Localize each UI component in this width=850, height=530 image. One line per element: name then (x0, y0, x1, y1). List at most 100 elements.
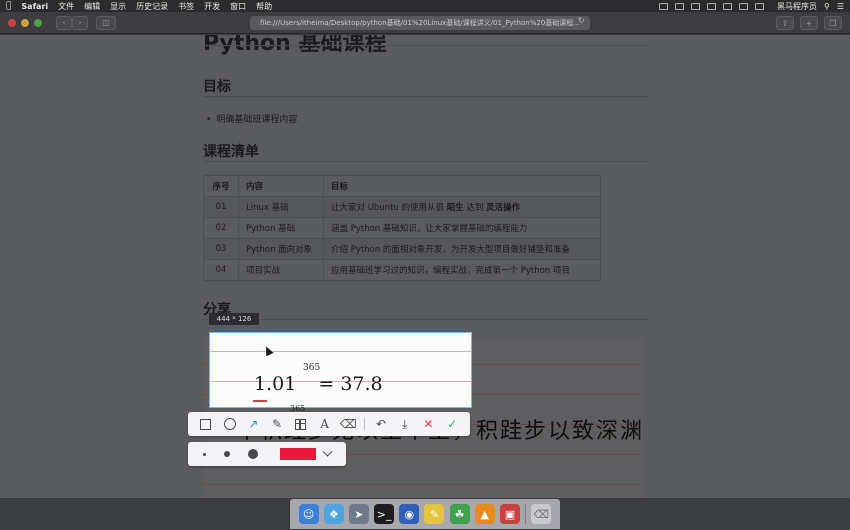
list-icon[interactable]: ☰ (837, 2, 844, 11)
fullscreen-window-button[interactable] (34, 18, 42, 27)
browser-toolbar: ‹ › ◫ file:///Users/itheima/Desktop/pyth… (0, 12, 850, 34)
goal-bold-flexible: 灵活操作 (486, 203, 521, 213)
divider (203, 45, 648, 46)
divider (203, 96, 648, 97)
user-name[interactable]: 黑马程序员 (777, 1, 817, 12)
arrow-tool-icon[interactable]: ↗ (241, 413, 265, 435)
launchpad-icon[interactable]: ➤ (348, 504, 369, 524)
forward-button[interactable]: › (72, 15, 88, 30)
heading-goal: 目标 (203, 79, 231, 95)
chevron-down-icon[interactable] (322, 446, 333, 457)
window-controls (8, 18, 42, 27)
vlc-icon[interactable]: ▲ (474, 504, 495, 524)
app-icon[interactable]: ▣ (499, 504, 520, 524)
formula-base: 1.01 (254, 373, 297, 395)
cancel-icon[interactable]: ✕ (417, 413, 441, 435)
safari-icon[interactable]: ❖ (323, 504, 344, 524)
trash-icon[interactable]: ⌫ (531, 504, 552, 524)
menu-edit[interactable]: 编辑 (84, 1, 100, 12)
wifi-icon[interactable] (722, 2, 732, 10)
style-toolbar (188, 442, 346, 466)
toolbar-divider (364, 418, 366, 430)
goal-text: 让大家对 Ubuntu 的使用从很 (331, 203, 447, 213)
formula-exponent: 365 (303, 363, 321, 373)
eraser-tool-icon[interactable]: ⌫ (336, 413, 360, 435)
terminal-icon[interactable]: >_ (374, 504, 395, 524)
menu-app-name[interactable]: Safari (21, 2, 48, 11)
video-icon[interactable] (674, 2, 684, 10)
cell-content: Linux 基础 (238, 196, 324, 218)
menu-view[interactable]: 显示 (110, 1, 126, 12)
rectangle-tool-icon[interactable] (194, 413, 218, 435)
selection-size-label: 444 * 126 (209, 313, 259, 325)
goal-list-item: 明确基础班课程内容 (206, 112, 297, 125)
cell-goal: 应用基础班学习过的知识，编程实战，完成第一个 Python 项目 (323, 259, 601, 281)
header-goal: 目标 (323, 175, 601, 197)
page-title: Python 基础课程 (203, 35, 387, 56)
nav-buttons: ‹ › (56, 15, 88, 30)
cell-content: 项目实战 (238, 259, 324, 281)
address-bar[interactable]: file:///Users/itheima/Desktop/python基础/0… (250, 16, 590, 30)
divider (203, 161, 648, 162)
size-large-option[interactable] (248, 449, 258, 459)
confirm-icon[interactable]: ✓ (440, 413, 464, 435)
tab-overview-icon[interactable]: ❐ (824, 16, 842, 30)
size-medium-option[interactable] (224, 451, 230, 457)
formula-result: = 37.8 (318, 373, 383, 395)
pen-tool-icon[interactable]: ✎ (265, 413, 289, 435)
header-content: 内容 (238, 175, 324, 197)
screen-capture-icon[interactable]: ◉ (399, 504, 420, 524)
new-tab-icon[interactable]: + (800, 16, 818, 30)
cell-num: 02 (203, 217, 239, 239)
cell-goal: 让大家对 Ubuntu 的使用从很 陌生 达到 灵活操作 (323, 196, 601, 218)
menu-file[interactable]: 文件 (58, 1, 74, 12)
mosaic-tool-icon[interactable] (289, 413, 313, 435)
cell-num: 04 (203, 259, 239, 281)
notes-icon[interactable]: ✎ (424, 504, 445, 524)
apple-menu-icon[interactable]:  (6, 1, 11, 11)
menu-window[interactable]: 窗口 (230, 1, 246, 12)
menu-history[interactable]: 历史记录 (136, 1, 168, 12)
cell-goal: 介绍 Python 的面相对象开发，为开发大型项目做好铺垫和准备 (323, 238, 601, 260)
cell-goal: 涵盖 Python 基础知识，让大家掌握基础的编程能力 (323, 217, 601, 239)
sidebar-toggle-icon[interactable]: ◫ (96, 15, 116, 30)
screen-record-icon[interactable] (658, 2, 668, 10)
capture-selection[interactable]: 1.01 = 37.8 365 (209, 332, 472, 408)
search-icon[interactable]: ⚲ (824, 2, 830, 11)
reload-icon[interactable]: ↻ (578, 16, 585, 25)
cell-content: Python 面向对象 (238, 238, 324, 260)
cell-num: 01 (203, 196, 239, 218)
annotation-toolbar: ↗ ✎ A ⌫ ↶ ⤓ ✕ ✓ (188, 412, 470, 436)
color-swatch[interactable] (280, 448, 316, 460)
scissors-icon[interactable] (690, 2, 700, 10)
toolbar-right: ⇧ + ❐ (776, 16, 842, 30)
undo-icon[interactable]: ↶ (369, 413, 393, 435)
minimize-window-button[interactable] (21, 18, 29, 27)
display-icon[interactable] (738, 2, 748, 10)
menu-develop[interactable]: 开发 (204, 1, 220, 12)
paper-line (203, 484, 643, 485)
pycharm-icon[interactable]: ☘ (449, 504, 470, 524)
dock-divider (525, 504, 527, 524)
table-header-row: 序号 内容 目标 (203, 175, 601, 197)
download-icon[interactable]: ⤓ (393, 413, 417, 435)
goal-text: 达到 (463, 203, 487, 213)
table-row: 04 项目实战 应用基础班学习过的知识，编程实战，完成第一个 Python 项目 (203, 259, 601, 281)
annotation-red-mark (253, 400, 267, 402)
table-row: 01 Linux 基础 让大家对 Ubuntu 的使用从很 陌生 达到 灵活操作 (203, 196, 601, 218)
back-button[interactable]: ‹ (56, 15, 72, 30)
menu-help[interactable]: 帮助 (256, 1, 272, 12)
share-icon[interactable]: ⇧ (776, 16, 794, 30)
cell-num: 03 (203, 238, 239, 260)
finder-icon[interactable]: ☺ (298, 504, 319, 524)
menu-bar:  Safari 文件 编辑 显示 历史记录 书签 开发 窗口 帮助 黑马程序员… (0, 0, 850, 12)
menu-bookmarks[interactable]: 书签 (178, 1, 194, 12)
dock: ☺ ❖ ➤ >_ ◉ ✎ ☘ ▲ ▣ ⌫ (290, 499, 560, 529)
bluetooth-icon[interactable] (706, 2, 716, 10)
goal-bold-strange: 陌生 (446, 203, 464, 213)
ellipse-tool-icon[interactable] (218, 413, 242, 435)
size-small-option[interactable] (203, 452, 206, 456)
close-window-button[interactable] (8, 18, 16, 27)
text-tool-icon[interactable]: A (313, 413, 337, 435)
battery-icon[interactable] (754, 2, 764, 10)
